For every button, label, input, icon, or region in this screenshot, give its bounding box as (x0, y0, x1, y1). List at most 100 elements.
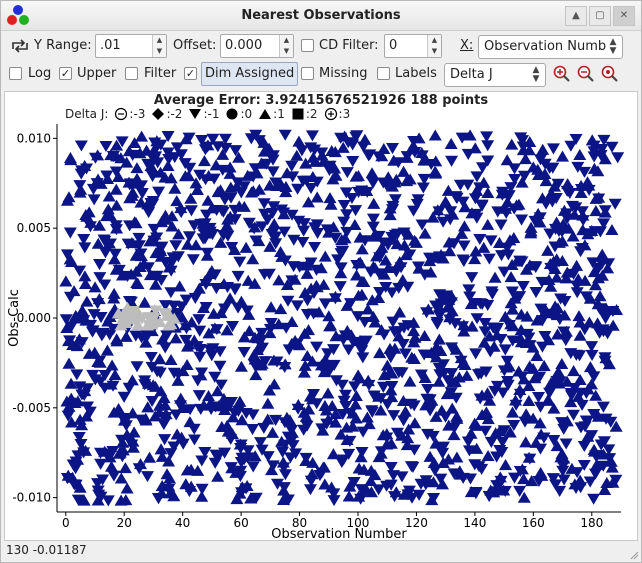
offset-spinbox[interactable]: 0.000 ▲ ▼ (220, 34, 294, 58)
point-triangle-down (264, 301, 278, 313)
x-tick-label: 120 (405, 516, 428, 530)
point-triangle-up (478, 425, 492, 437)
upper-checkbox[interactable]: ✓ (59, 67, 72, 80)
x-axis-select[interactable]: Observation Numb ▲ ▼ (478, 35, 623, 59)
zoom-in-icon[interactable] (552, 64, 572, 84)
point-triangle-up (450, 451, 464, 463)
y-range-value[interactable]: .01 (100, 38, 121, 53)
dim-assigned-label[interactable]: Dim Assigned (201, 62, 299, 86)
point-triangle-down (333, 281, 347, 293)
cd-filter-value[interactable]: 0 (389, 38, 397, 53)
cd-filter-stepper[interactable]: ▲ ▼ (427, 35, 441, 57)
stepper-up-icon[interactable]: ▲ (153, 35, 166, 46)
window-title: Nearest Observations (241, 8, 401, 23)
plot-panel[interactable]: Average Error: 3.92415676521926 188 poin… (4, 91, 638, 541)
close-icon[interactable]: ✕ (613, 6, 635, 26)
toolbar-row-1: Y Range: .01 ▲ ▼ Offset: 0.000 ▲ ▼ CD Filt… (1, 32, 641, 60)
point-triangle-up (231, 270, 245, 282)
point-triangle-down (246, 461, 260, 473)
missing-label: Missing (319, 66, 368, 81)
point-triangle-up (362, 150, 376, 162)
point-triangle-down (447, 429, 461, 441)
offset-stepper[interactable]: ▲ ▼ (279, 35, 293, 57)
swap-axes-icon[interactable] (9, 35, 31, 57)
stepper-down-icon[interactable]: ▼ (428, 46, 441, 57)
log-checkbox[interactable] (9, 67, 22, 80)
point-triangle-down (567, 365, 581, 377)
y-range-spinbox[interactable]: .01 ▲ ▼ (95, 34, 167, 58)
point-triangle-down (373, 286, 387, 299)
point-triangle-down (237, 346, 251, 359)
point-triangle-up (573, 148, 587, 160)
point-triangle-up (78, 242, 92, 254)
point-triangle-down (182, 231, 196, 243)
point-triangle-down (418, 227, 432, 239)
maximize-icon[interactable]: ▢ (589, 6, 611, 26)
point-triangle-up (575, 399, 589, 411)
scatter-chart[interactable]: 0.0100.0050.000-0.005-0.0100 20 40 60 80 100 1… (5, 92, 637, 540)
filter-checkbox[interactable] (125, 67, 138, 80)
point-triangle-up (337, 216, 351, 228)
dim-assigned-checkbox[interactable]: ✓ (184, 67, 197, 80)
point-triangle-down (98, 279, 112, 291)
point-triangle-up (593, 290, 607, 302)
point-triangle-up (242, 325, 256, 337)
missing-checkbox[interactable] (301, 67, 314, 80)
cd-filter-label: CD Filter: (319, 38, 379, 53)
point-triangle-up (587, 493, 601, 505)
stepper-up-icon[interactable]: ▲ (280, 35, 293, 46)
stepper-up-icon[interactable]: ▲ (428, 35, 441, 46)
point-triangle-down (241, 274, 255, 286)
point-triangle-up (488, 271, 502, 283)
cd-filter-checkbox[interactable] (301, 39, 314, 52)
point-triangle-up (529, 287, 543, 299)
point-triangle-up (267, 378, 281, 390)
group-by-select[interactable]: Delta J ▲ ▼ (444, 63, 546, 87)
point-triangle-up (611, 152, 625, 164)
point-triangle-up (581, 176, 595, 188)
point-triangle-up (384, 352, 398, 364)
point-triangle-down (118, 462, 132, 474)
point-triangle-up (396, 339, 410, 351)
stepper-down-icon[interactable]: ▼ (153, 46, 166, 57)
point-triangle-down (373, 347, 387, 359)
point-triangle-down (261, 397, 275, 409)
point-triangle-down (266, 426, 280, 438)
point-triangle-down (346, 156, 360, 168)
point-triangle-up (585, 349, 599, 361)
point-triangle-down (482, 253, 496, 265)
point-triangle-up (599, 313, 613, 325)
zoom-out-icon[interactable] (576, 64, 596, 84)
point-triangle-down (170, 195, 184, 207)
labels-checkbox[interactable] (377, 67, 390, 80)
stepper-down-icon[interactable]: ▼ (280, 46, 293, 57)
minimize-icon[interactable]: ▲ (565, 6, 587, 26)
point-triangle-down (517, 170, 531, 182)
point-triangle-down (605, 223, 619, 236)
point-triangle-up (105, 359, 119, 371)
cd-filter-spinbox[interactable]: 0 ▲ ▼ (384, 34, 442, 58)
y-range-stepper[interactable]: ▲ ▼ (152, 35, 166, 57)
resize-grip-icon[interactable] (629, 550, 639, 560)
point-triangle-down (532, 391, 546, 404)
zoom-fit-icon[interactable] (600, 64, 620, 84)
point-triangle-down (161, 159, 175, 172)
point-triangle-up (98, 247, 112, 259)
point-triangle-up (74, 183, 88, 195)
point-triangle-up (187, 434, 201, 446)
point-triangle-down (457, 220, 471, 232)
title-bar[interactable]: Nearest Observations ▲ ▢ ✕ (1, 1, 641, 31)
point-triangle-up (323, 192, 337, 204)
offset-value[interactable]: 0.000 (225, 38, 262, 53)
y-axis-label: Obs-Calc (7, 289, 22, 347)
point-triangle-down (278, 469, 292, 481)
point-triangle-down (393, 306, 407, 318)
point-triangle-down (304, 182, 318, 195)
upper-label: Upper (77, 66, 117, 81)
point-triangle-down (213, 360, 227, 372)
point-triangle-up (318, 250, 332, 262)
point-triangle-down (292, 135, 306, 147)
point-triangle-up (75, 305, 89, 317)
point-triangle-down (340, 167, 354, 179)
point-triangle-up (534, 466, 548, 478)
